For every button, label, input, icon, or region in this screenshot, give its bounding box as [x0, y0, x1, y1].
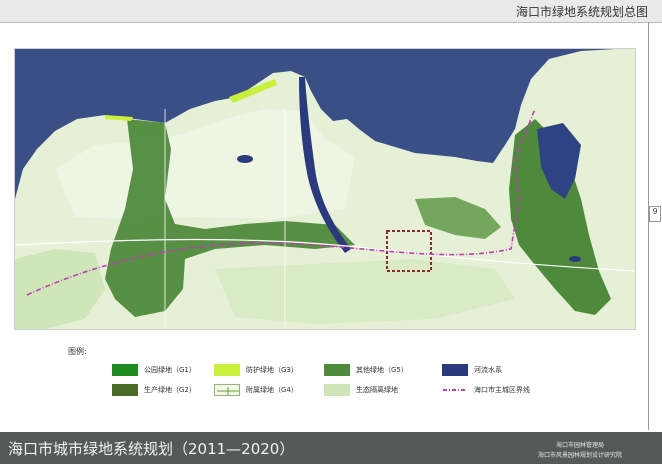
legend-label: 附属绿地（G4） [246, 386, 298, 394]
footer-bar: 海口市城市绿地系统规划（2011—2020） 海口市园林管理局 海口市风景园林规… [0, 432, 662, 464]
legend-label: 海口市主城区界线 [474, 386, 530, 394]
page-number: 9 [649, 206, 661, 222]
map-canvas [15, 49, 635, 329]
legend-swatch [442, 364, 468, 376]
lake-east [569, 256, 581, 262]
legend-title: 图例: [68, 347, 87, 356]
legend-label: 河流水系 [474, 366, 502, 374]
legend-label: 防护绿地（G3） [246, 366, 298, 374]
legend-label: 其他绿地（G5） [356, 366, 408, 374]
legend-swatch [324, 364, 350, 376]
lake [237, 155, 253, 163]
plan-title: 海口市城市绿地系统规划（2011—2020） [8, 440, 295, 458]
org-line-1: 海口市园林管理局 [555, 442, 604, 449]
legend-swatch [214, 384, 240, 396]
header-bar: 海口市绿地系统规划总图 [0, 0, 662, 23]
legend-swatch [442, 384, 468, 396]
legend-label: 生态隔离绿地 [356, 386, 398, 394]
legend-swatch [324, 384, 350, 396]
map-sheet-title: 海口市绿地系统规划总图 [515, 5, 648, 19]
margin-rule [648, 22, 649, 430]
legend-swatch [112, 384, 138, 396]
boundary-line-icon [443, 389, 467, 391]
legend-label: 公园绿地（G1） [144, 366, 196, 374]
org-line-2: 海口市风景园林规划设计研究院 [537, 452, 622, 459]
legend-swatch [112, 364, 138, 376]
legend-swatch [214, 364, 240, 376]
legend-label: 生产绿地（G2） [144, 386, 196, 394]
legend: 图例: 公园绿地（G1） 防护绿地（G3） 其他绿地（G5） 河流水系 生产绿地… [68, 346, 628, 406]
green-space-map[interactable] [14, 48, 636, 330]
attached-symbol-icon [217, 387, 239, 395]
